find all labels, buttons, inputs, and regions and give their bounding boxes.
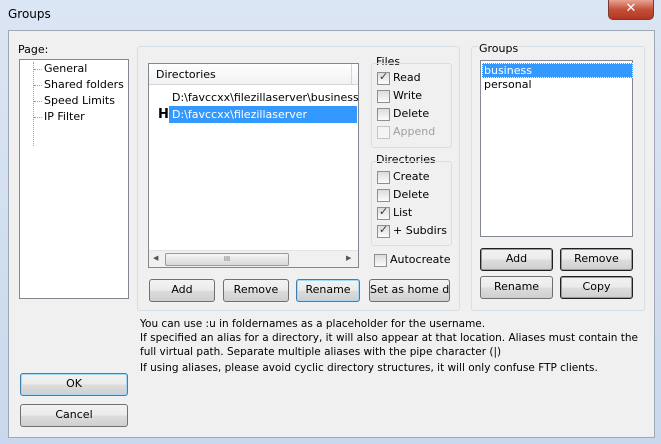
- info-line-4: If using aliases, please avoid cyclic di…: [140, 362, 598, 374]
- ok-button[interactable]: OK: [20, 373, 128, 396]
- groups-label: Groups: [478, 42, 520, 55]
- write-checkbox[interactable]: [377, 90, 390, 103]
- home-dir-marker: H: [158, 107, 169, 122]
- page-label: Page:: [18, 43, 49, 56]
- groups-dialog: Groups ✕ Page: General Shared folders Sp…: [0, 0, 661, 444]
- subdirs-checkbox[interactable]: ✓: [377, 223, 390, 238]
- info-line-3: full virtual path. Separate multiple ali…: [140, 346, 502, 358]
- header-divider: [351, 64, 352, 84]
- tree-branch: [34, 69, 42, 70]
- tree-connector: [33, 62, 34, 146]
- tree-branch: [34, 85, 42, 86]
- page-tree: General Shared folders Speed Limits IP F…: [19, 59, 129, 299]
- directory-row-business[interactable]: D:\favccxx\filezillaserver\business: [172, 91, 359, 104]
- group-item-personal[interactable]: personal: [484, 78, 532, 91]
- subdirs-label: + Subdirs: [393, 224, 447, 237]
- tree-item-general[interactable]: General: [44, 62, 87, 75]
- directory-remove-button[interactable]: Remove: [223, 279, 289, 302]
- group-remove-button[interactable]: Remove: [560, 248, 633, 271]
- append-checkbox[interactable]: [377, 126, 390, 139]
- directories-header-label: Directories: [156, 68, 216, 81]
- directory-row-selected[interactable]: D:\favccxx\filezillaserver: [169, 106, 357, 123]
- tree-item-speed-limits[interactable]: Speed Limits: [44, 94, 115, 107]
- scroll-right-icon[interactable]: ▶: [346, 254, 351, 262]
- group-add-button[interactable]: Add: [480, 248, 553, 271]
- directory-path: D:\favccxx\filezillaserver: [172, 108, 308, 121]
- group-copy-button[interactable]: Copy: [560, 276, 633, 299]
- delete-file-label: Delete: [393, 107, 430, 120]
- tree-branch: [34, 101, 42, 102]
- delete-file-checkbox[interactable]: [377, 108, 390, 121]
- directory-add-button[interactable]: Add: [149, 279, 215, 302]
- scroll-thumb[interactable]: III: [165, 253, 289, 266]
- dialog-body: Page: General Shared folders Speed Limit…: [8, 30, 655, 438]
- tree-item-shared-folders[interactable]: Shared folders: [44, 78, 124, 91]
- group-rename-button[interactable]: Rename: [480, 276, 553, 299]
- directory-rename-button[interactable]: Rename: [296, 279, 360, 302]
- title-bar: Groups ✕: [0, 0, 661, 28]
- tree-item-ip-filter[interactable]: IP Filter: [44, 110, 85, 123]
- create-label: Create: [393, 170, 430, 183]
- create-checkbox[interactable]: [377, 171, 390, 184]
- info-line-2: If specified an alias for a directory, i…: [140, 332, 639, 344]
- list-checkbox[interactable]: ✓: [377, 205, 390, 220]
- window-title: Groups: [8, 7, 51, 21]
- read-checkbox[interactable]: ✓: [377, 70, 390, 85]
- info-line-1: You can use :u in foldernames as a place…: [140, 318, 486, 330]
- groups-list[interactable]: business personal: [480, 60, 633, 237]
- delete-dir-checkbox[interactable]: [377, 189, 390, 202]
- horizontal-scrollbar[interactable]: ◀ III ▶: [149, 250, 358, 267]
- read-label: Read: [393, 71, 421, 84]
- directories-header[interactable]: Directories: [149, 64, 358, 85]
- append-label: Append: [393, 125, 436, 138]
- group-name: business: [484, 64, 532, 77]
- scroll-left-icon[interactable]: ◀: [153, 254, 158, 262]
- autocreate-checkbox[interactable]: [374, 254, 387, 267]
- autocreate-label: Autocreate: [390, 253, 451, 266]
- set-home-dir-button[interactable]: Set as home dir: [369, 279, 450, 302]
- group-item-business[interactable]: business: [482, 63, 633, 78]
- delete-dir-label: Delete: [393, 188, 430, 201]
- cancel-button[interactable]: Cancel: [20, 404, 128, 427]
- write-label: Write: [393, 89, 423, 102]
- list-label: List: [393, 206, 413, 219]
- tree-branch: [34, 117, 42, 118]
- close-icon: ✕: [625, 1, 637, 16]
- close-button[interactable]: ✕: [608, 0, 654, 20]
- directories-list[interactable]: Directories D:\favccxx\filezillaserver\b…: [148, 63, 359, 268]
